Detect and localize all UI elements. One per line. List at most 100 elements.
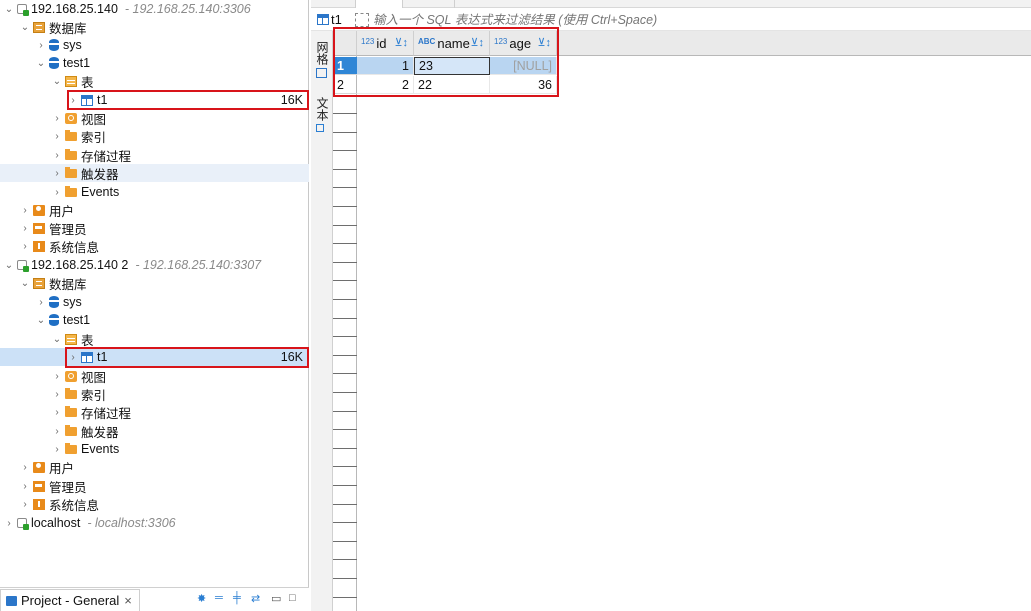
grid-icon[interactable] bbox=[316, 68, 327, 78]
collapse-all-icon[interactable]: ═ bbox=[215, 592, 223, 604]
expand-arrow-icon[interactable]: › bbox=[52, 187, 62, 198]
tree-db-sys-1[interactable]: › sys bbox=[0, 36, 309, 54]
tree-table-t1-1[interactable]: › t1 16K bbox=[0, 91, 309, 109]
tree-views-1[interactable]: › 视图 bbox=[0, 109, 309, 127]
tree-indexes-1[interactable]: › 索引 bbox=[0, 127, 309, 145]
table-cell[interactable]: 36 bbox=[490, 76, 557, 94]
editor-tab[interactable] bbox=[356, 0, 403, 8]
row-number[interactable]: 2 bbox=[333, 76, 357, 94]
tree-admins-1[interactable]: › 管理员 bbox=[0, 219, 309, 237]
row-separator bbox=[333, 299, 357, 300]
collapse-arrow-icon[interactable]: ⌄ bbox=[20, 278, 30, 289]
tree-procedures-1[interactable]: › 存储过程 bbox=[0, 146, 309, 164]
minimize-icon[interactable]: ▭ bbox=[271, 592, 281, 605]
settings-icon[interactable]: ✸ bbox=[197, 592, 206, 605]
row-number[interactable]: 1 bbox=[333, 57, 357, 75]
tree-triggers-2[interactable]: › 触发器 bbox=[0, 422, 309, 440]
collapse-arrow-icon[interactable]: ⌄ bbox=[52, 76, 62, 87]
row-separator bbox=[333, 187, 357, 188]
tree-databases-1[interactable]: ⌄ 数据库 bbox=[0, 18, 309, 36]
tables-label: 表 bbox=[81, 333, 94, 348]
expand-arrow-icon[interactable]: › bbox=[20, 499, 30, 510]
collapse-arrow-icon[interactable]: ⌄ bbox=[20, 22, 30, 33]
collapse-arrow-icon[interactable]: ⌄ bbox=[52, 334, 62, 345]
sort-filter-icon[interactable]: ⊻↕ bbox=[394, 36, 408, 49]
corner-header[interactable] bbox=[333, 31, 357, 56]
maximize-icon[interactable]: □ bbox=[289, 592, 296, 604]
text-icon[interactable] bbox=[316, 124, 324, 132]
expand-arrow-icon[interactable]: › bbox=[52, 131, 62, 142]
info-icon bbox=[33, 498, 45, 510]
tree-tables-2[interactable]: ⌄ 表 bbox=[0, 330, 309, 348]
expand-arrow-icon[interactable]: › bbox=[20, 223, 30, 234]
tree-db-test1-2[interactable]: ⌄ test1 bbox=[0, 311, 309, 329]
expand-arrow-icon[interactable]: › bbox=[20, 205, 30, 216]
tree-tables-1[interactable]: ⌄ 表 bbox=[0, 72, 309, 90]
tree-events-1[interactable]: › Events bbox=[0, 183, 309, 201]
tree-sysinfo-2[interactable]: › 系统信息 bbox=[0, 495, 309, 513]
expand-arrow-icon[interactable]: › bbox=[52, 168, 62, 179]
expand-arrow-icon[interactable]: › bbox=[20, 241, 30, 252]
table-cell[interactable]: 1 bbox=[357, 57, 414, 75]
tree-connection-3[interactable]: › localhost - localhost:3306 bbox=[0, 514, 309, 532]
editor-tab[interactable] bbox=[311, 0, 356, 8]
expand-arrow-icon[interactable]: › bbox=[52, 444, 62, 455]
expand-filter-icon[interactable] bbox=[355, 12, 369, 27]
tree-views-2[interactable]: › 视图 bbox=[0, 367, 309, 385]
link-icon[interactable]: ╪ bbox=[233, 592, 241, 604]
tree-db-sys-2[interactable]: › sys bbox=[0, 293, 309, 311]
table-cell[interactable]: 2 bbox=[357, 76, 414, 94]
collapse-arrow-icon[interactable]: ⌄ bbox=[36, 58, 46, 69]
text-view-tab[interactable]: 文本 bbox=[314, 97, 331, 121]
column-header-name[interactable]: ABC name ⊻↕ bbox=[414, 31, 490, 56]
expand-arrow-icon[interactable]: › bbox=[20, 481, 30, 492]
table-cell[interactable]: [NULL] bbox=[490, 57, 557, 75]
column-header-id[interactable]: 123 id ⊻↕ bbox=[357, 31, 414, 56]
connection-host: - 192.168.25.140:3306 bbox=[124, 2, 251, 16]
table-cell[interactable]: 23 bbox=[414, 57, 490, 75]
expand-arrow-icon[interactable]: › bbox=[20, 462, 30, 473]
tree-db-test1-1[interactable]: ⌄ test1 bbox=[0, 54, 309, 72]
tree-sysinfo-1[interactable]: › 系统信息 bbox=[0, 237, 309, 255]
tree-users-2[interactable]: › 用户 bbox=[0, 458, 309, 476]
tree-indexes-2[interactable]: › 索引 bbox=[0, 385, 309, 403]
sort-filter-icon[interactable]: ⊻↕ bbox=[537, 36, 551, 49]
editor-tab[interactable] bbox=[403, 0, 455, 8]
expand-arrow-icon[interactable]: › bbox=[68, 95, 78, 106]
sysinfo-label: 系统信息 bbox=[49, 240, 100, 255]
tree-connection-2[interactable]: ⌄ 192.168.25.140 2 - 192.168.25.140:3307 bbox=[0, 256, 309, 274]
tree-events-2[interactable]: › Events bbox=[0, 440, 309, 458]
users-label: 用户 bbox=[49, 204, 75, 219]
collapse-arrow-icon[interactable]: ⌄ bbox=[36, 315, 46, 326]
project-tab[interactable]: Project - General × bbox=[0, 589, 140, 611]
grid-view-tab[interactable]: 网格 bbox=[314, 41, 331, 65]
expand-arrow-icon[interactable]: › bbox=[4, 518, 14, 529]
expand-arrow-icon[interactable]: › bbox=[68, 352, 78, 363]
tree-procedures-2[interactable]: › 存储过程 bbox=[0, 403, 309, 421]
expand-arrow-icon[interactable]: › bbox=[36, 297, 46, 308]
tree-triggers-1[interactable]: › 触发器 bbox=[0, 164, 309, 182]
expand-arrow-icon[interactable]: › bbox=[36, 40, 46, 51]
tree-databases-2[interactable]: ⌄ 数据库 bbox=[0, 274, 309, 292]
expand-arrow-icon[interactable]: › bbox=[52, 371, 62, 382]
events-label: Events bbox=[81, 185, 120, 199]
collapse-arrow-icon[interactable]: ⌄ bbox=[4, 4, 14, 15]
row-separator bbox=[333, 392, 357, 393]
filter-input[interactable] bbox=[373, 12, 973, 27]
tree-connection-1[interactable]: ⌄ 192.168.25.140 - 192.168.25.140:3306 bbox=[0, 0, 309, 18]
table-cell[interactable]: 22 bbox=[414, 76, 490, 94]
column-header-age[interactable]: 123 age ⊻↕ bbox=[490, 31, 557, 56]
collapse-arrow-icon[interactable]: ⌄ bbox=[4, 260, 14, 271]
close-icon[interactable]: × bbox=[124, 593, 132, 608]
expand-arrow-icon[interactable]: › bbox=[52, 150, 62, 161]
expand-arrow-icon[interactable]: › bbox=[52, 113, 62, 124]
expand-arrow-icon[interactable]: › bbox=[52, 426, 62, 437]
expand-arrow-icon[interactable]: › bbox=[52, 407, 62, 418]
sort-filter-icon[interactable]: ⊻↕ bbox=[470, 36, 484, 49]
tree-table-t1-2[interactable]: › t1 16K bbox=[0, 348, 309, 366]
expand-arrow-icon[interactable]: › bbox=[52, 389, 62, 400]
table-icon bbox=[81, 351, 93, 363]
tree-users-1[interactable]: › 用户 bbox=[0, 201, 309, 219]
tree-admins-2[interactable]: › 管理员 bbox=[0, 477, 309, 495]
sync-icon[interactable]: ⇄ bbox=[251, 592, 260, 605]
